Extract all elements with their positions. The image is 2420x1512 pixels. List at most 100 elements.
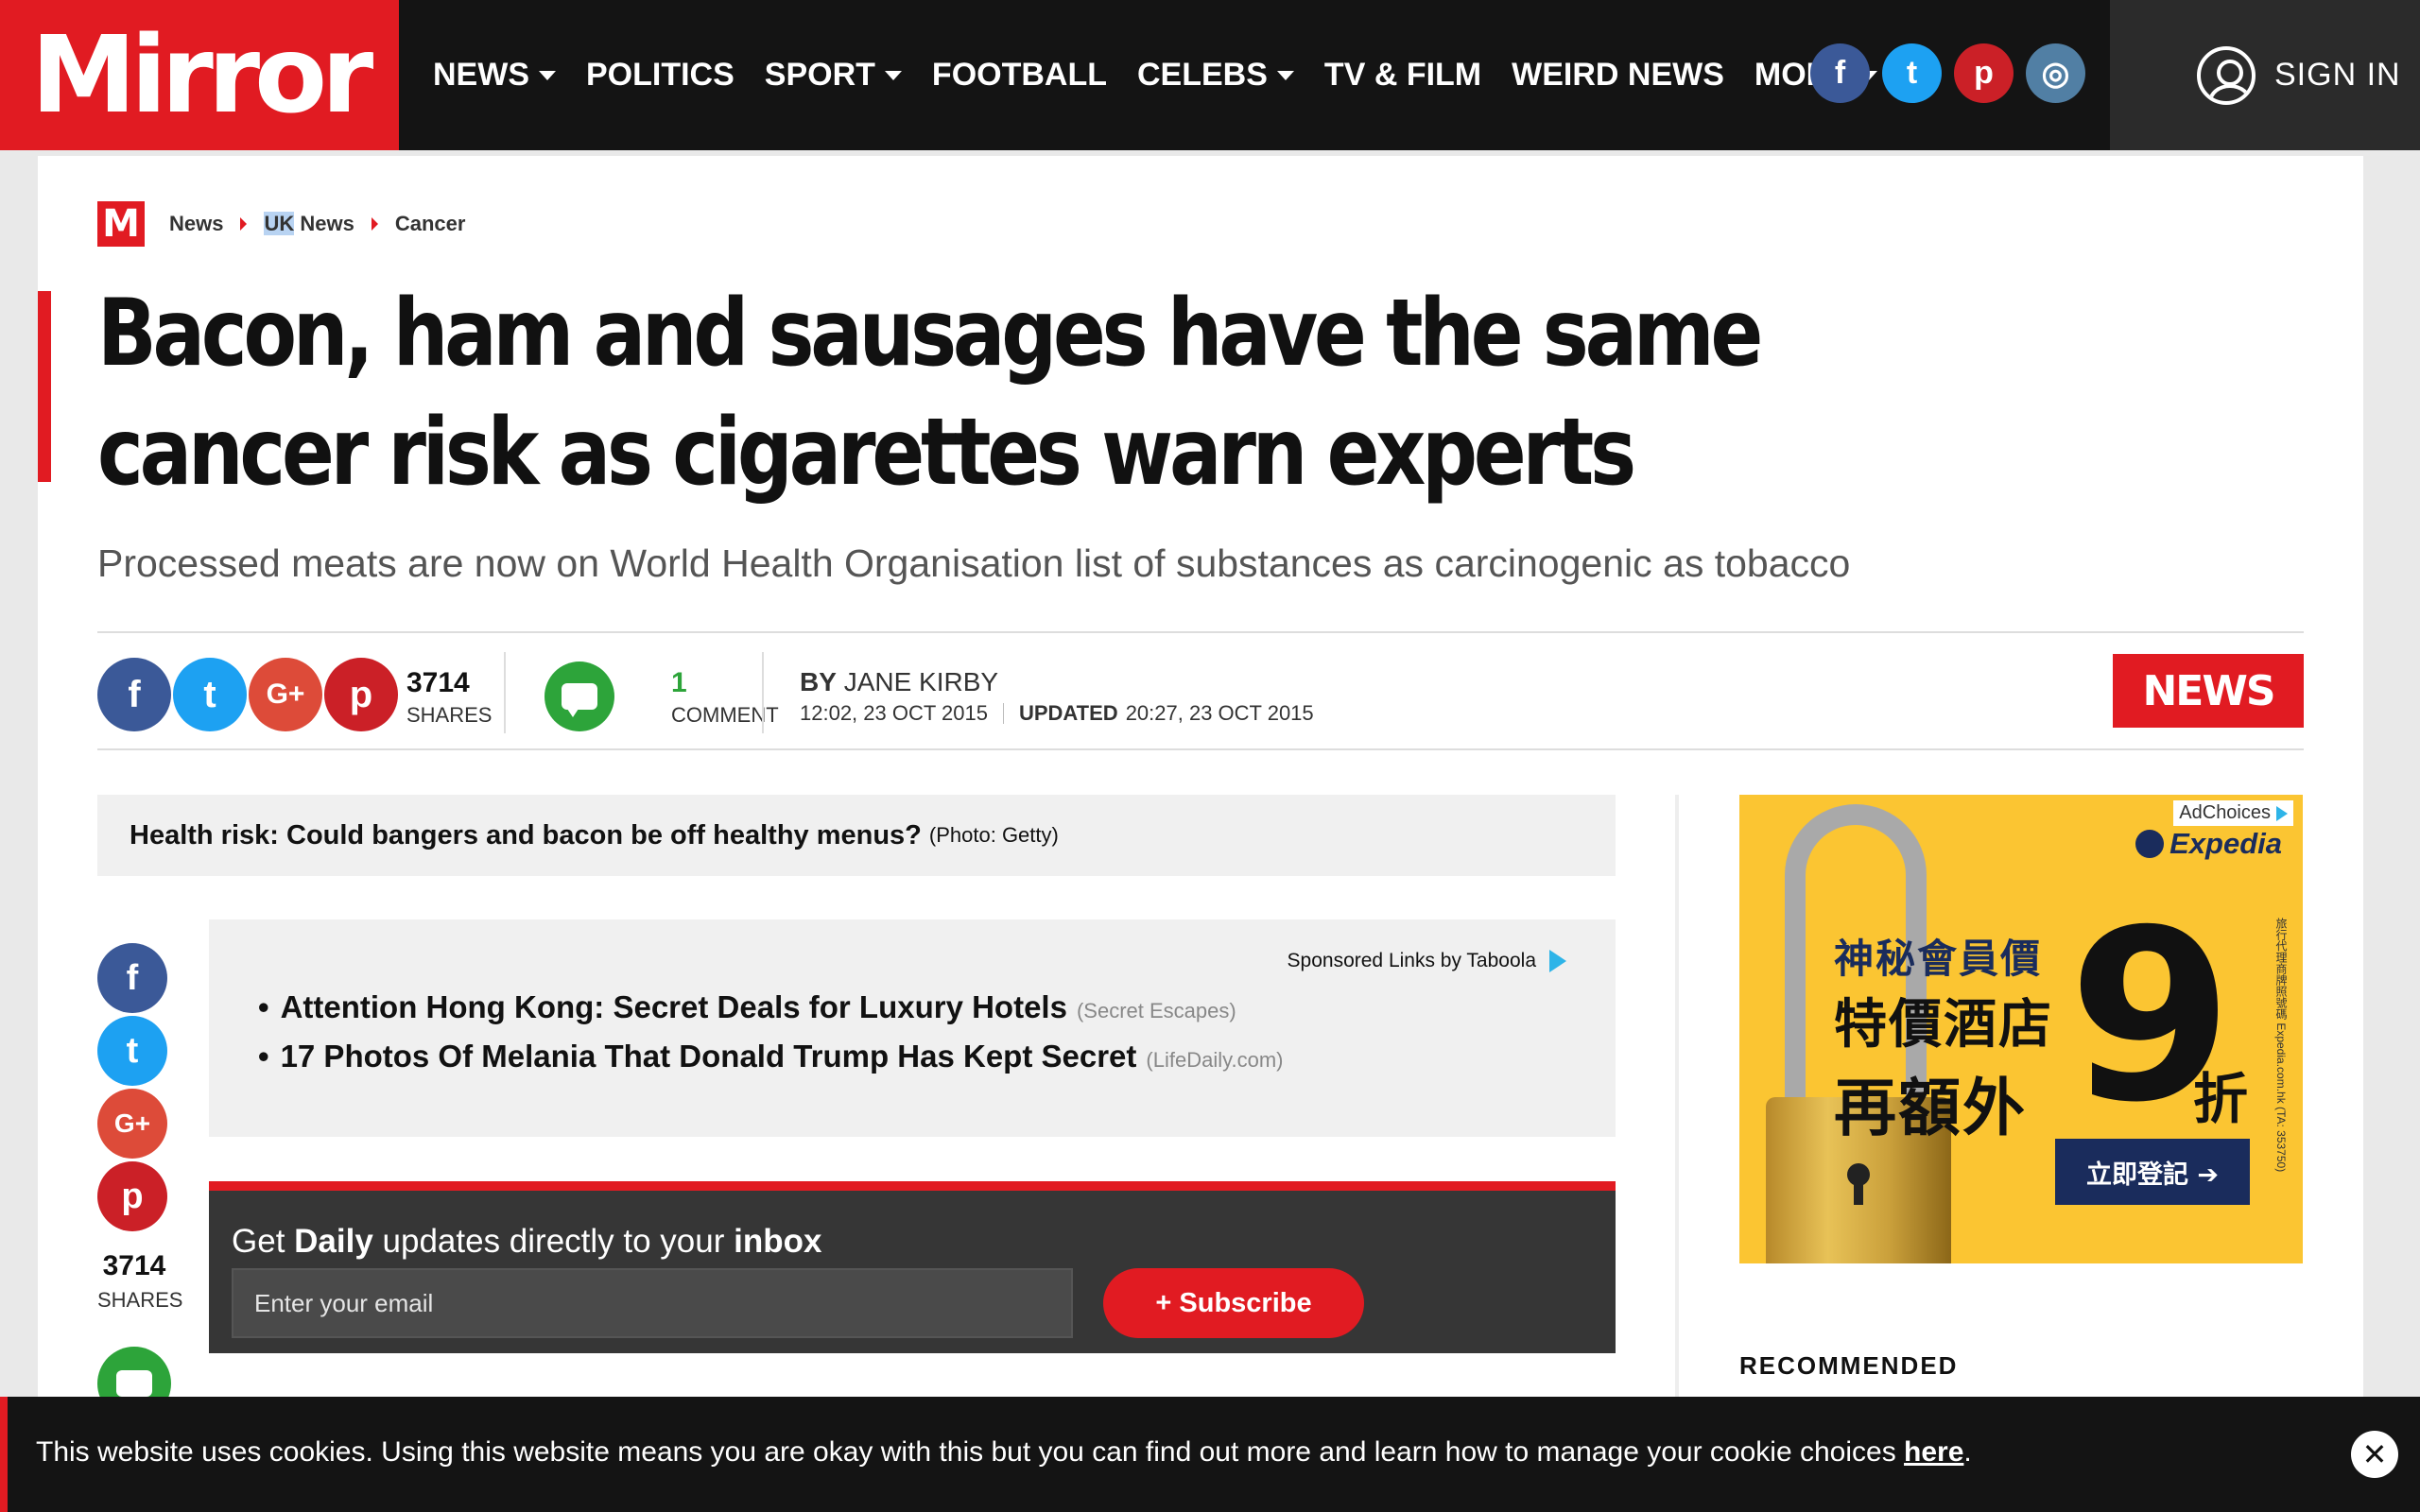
- updated-label: UPDATED: [1018, 701, 1118, 725]
- nl-heading-mid: updates directly to your: [372, 1223, 735, 1260]
- keyhole-icon: [1847, 1163, 1870, 1205]
- nav-politics[interactable]: POLITICS: [586, 57, 735, 94]
- byline-prefix: BY: [800, 667, 837, 696]
- twitter-icon[interactable]: t: [1882, 43, 1942, 103]
- caption-text: Health risk: Could bangers and bacon be …: [130, 819, 922, 850]
- breadcrumb-uk-news[interactable]: UK News: [264, 212, 354, 236]
- close-icon[interactable]: ✕: [2351, 1431, 2398, 1478]
- nav-weird-news-label: WEIRD NEWS: [1512, 57, 1724, 93]
- sponsored-link[interactable]: • 17 Photos Of Melania That Donald Trump…: [258, 1039, 1283, 1074]
- cookie-message: This website uses cookies. Using this we…: [36, 1436, 1972, 1469]
- article-standfirst: Processed meats are now on World Health …: [97, 541, 1851, 585]
- nav-celebs[interactable]: CELEBS: [1137, 57, 1294, 94]
- main-nav: NEWS POLITICS SPORT FOOTBALL CELEBS TV &…: [433, 0, 1908, 150]
- top-navigation-bar: Mirror NEWS POLITICS SPORT FOOTBALL CELE…: [0, 0, 2420, 150]
- nav-football-label: FOOTBALL: [931, 57, 1107, 93]
- breadcrumb-arrow-icon: [240, 217, 248, 231]
- bullet: •: [258, 1039, 269, 1074]
- google-plus-share-icon[interactable]: G+: [249, 658, 322, 731]
- mirror-m-icon[interactable]: M: [97, 201, 145, 247]
- sign-in-button[interactable]: SIGN IN: [2110, 0, 2420, 150]
- advertisement-expedia[interactable]: AdChoices Expedia 神秘會員價 特價酒店 再額外 9 折 立即登…: [1739, 795, 2303, 1263]
- breadcrumb-news[interactable]: News: [169, 212, 223, 236]
- taboola-header[interactable]: Sponsored Links by Taboola: [1288, 950, 1566, 972]
- comment-count[interactable]: 1: [671, 667, 687, 699]
- share-buttons: f t G+ p: [97, 658, 400, 731]
- sidebar-shares-label: SHARES: [97, 1288, 183, 1312]
- cookie-here-link[interactable]: here: [1904, 1436, 1963, 1468]
- breadcrumb-cancer[interactable]: Cancer: [395, 212, 466, 236]
- instagram-icon[interactable]: ◎: [2026, 43, 2085, 103]
- user-icon: [2197, 45, 2256, 105]
- newsletter-signup: Get Daily updates directly to your inbox…: [209, 1181, 1616, 1353]
- sticky-share-bar: f t G+ p 3714 SHARES: [97, 943, 183, 1420]
- section-badge-news[interactable]: NEWS: [2113, 654, 2304, 728]
- sponsored-link-title: Attention Hong Kong: Secret Deals for Lu…: [280, 989, 1067, 1024]
- date-divider: [1002, 703, 1004, 724]
- newsletter-heading: Get Daily updates directly to your inbox: [232, 1223, 821, 1261]
- facebook-share-icon[interactable]: f: [97, 658, 171, 731]
- nav-football[interactable]: FOOTBALL: [932, 57, 1107, 94]
- published-time: 12:02, 23 OCT 2015: [800, 701, 988, 725]
- chevron-down-icon: [1276, 70, 1294, 80]
- pinterest-icon[interactable]: p: [1954, 43, 2014, 103]
- nav-tv-film[interactable]: TV & FILM: [1324, 57, 1481, 94]
- adchoices-link[interactable]: AdChoices: [2173, 800, 2293, 826]
- sponsored-link-source: (LifeDaily.com): [1146, 1048, 1284, 1072]
- twitter-share-icon[interactable]: t: [97, 1016, 167, 1086]
- chevron-down-icon: [884, 70, 902, 80]
- shares-label: SHARES: [406, 703, 493, 727]
- speech-bubble-icon: [562, 683, 597, 717]
- author-name[interactable]: JANE KIRBY: [844, 667, 998, 696]
- article-headline: Bacon, ham and sausages have the same ca…: [97, 280, 1763, 507]
- nl-heading-daily: Daily: [294, 1223, 373, 1260]
- ad-register-button[interactable]: 立即登記 ➔: [2055, 1139, 2250, 1205]
- ad-line-1: 神秘會員價: [1834, 936, 2043, 982]
- taboola-header-label: Sponsored Links by Taboola: [1287, 950, 1536, 971]
- ad-line-3: 再額外: [1834, 1072, 2027, 1144]
- breadcrumb-uk-news-label: News: [294, 212, 354, 235]
- header-social-links: f t p ◎: [1810, 43, 2085, 103]
- nav-sport[interactable]: SPORT: [765, 57, 902, 94]
- cookie-message-end: .: [1963, 1436, 1972, 1468]
- bullet: •: [258, 989, 269, 1024]
- nav-news[interactable]: NEWS: [433, 57, 556, 94]
- mirror-logo[interactable]: Mirror: [0, 0, 399, 150]
- breadcrumb-uk-highlight: UK: [264, 212, 295, 235]
- article-dates: 12:02, 23 OCT 2015 UPDATED 20:27, 23 OCT…: [800, 701, 1314, 726]
- shares-count: 3714: [406, 667, 470, 698]
- nav-sport-label: SPORT: [764, 57, 875, 93]
- caption-credit: (Photo: Getty): [928, 823, 1059, 847]
- sign-in-label: SIGN IN: [2274, 57, 2401, 93]
- ad-line-2: 特價酒店: [1834, 994, 2053, 1056]
- meta-divider: [762, 652, 764, 733]
- cookie-banner: This website uses cookies. Using this we…: [0, 1397, 2420, 1512]
- google-plus-share-icon[interactable]: G+: [97, 1089, 167, 1159]
- twitter-share-icon[interactable]: t: [173, 658, 247, 731]
- ad-discount-unit: 折: [2193, 1067, 2249, 1131]
- breadcrumb-arrow-icon: [371, 217, 378, 231]
- sponsored-link-source: (Secret Escapes): [1076, 999, 1236, 1022]
- nav-news-label: NEWS: [433, 57, 529, 93]
- expedia-globe-icon: [2135, 830, 2165, 858]
- nav-celebs-label: CELEBS: [1137, 57, 1268, 93]
- pinterest-share-icon[interactable]: p: [97, 1161, 167, 1231]
- sponsored-links-list: • Attention Hong Kong: Secret Deals for …: [258, 989, 1283, 1088]
- expedia-brand: Expedia: [2169, 827, 2282, 860]
- pinterest-share-icon[interactable]: p: [324, 658, 398, 731]
- byline: BY JANE KIRBY: [800, 667, 998, 697]
- sponsored-link[interactable]: • Attention Hong Kong: Secret Deals for …: [258, 989, 1283, 1025]
- subscribe-button[interactable]: + Subscribe: [1103, 1268, 1364, 1338]
- nl-heading-inbox: inbox: [734, 1223, 822, 1260]
- email-field[interactable]: [232, 1268, 1073, 1338]
- nav-weird-news[interactable]: WEIRD NEWS: [1512, 57, 1724, 94]
- nl-heading-pre: Get: [232, 1223, 295, 1260]
- comment-icon[interactable]: [544, 662, 614, 731]
- taboola-logo-icon: [1549, 950, 1566, 972]
- facebook-icon[interactable]: f: [1810, 43, 1870, 103]
- nav-tv-film-label: TV & FILM: [1323, 57, 1482, 93]
- sponsored-link-title: 17 Photos Of Melania That Donald Trump H…: [280, 1039, 1137, 1074]
- facebook-share-icon[interactable]: f: [97, 943, 167, 1013]
- meta-divider: [504, 652, 506, 733]
- breadcrumb: M News UK News Cancer: [97, 201, 465, 247]
